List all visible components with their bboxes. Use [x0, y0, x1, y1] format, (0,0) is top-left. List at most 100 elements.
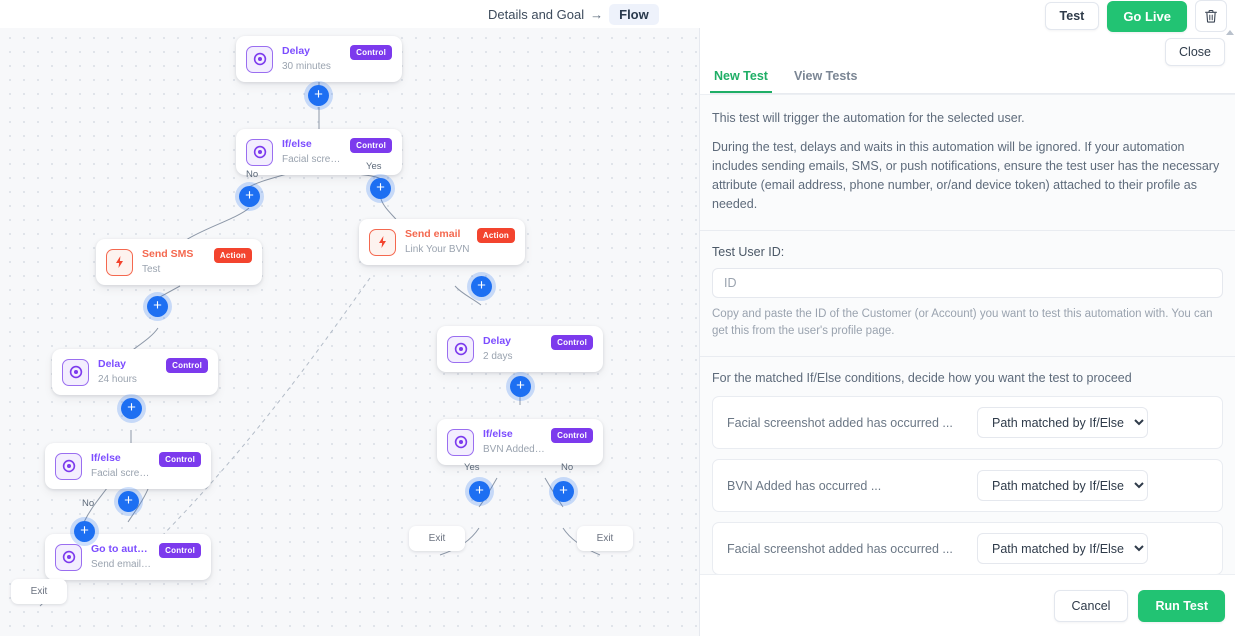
test-user-section: Test User ID: Copy and paste the ID of t…: [700, 231, 1235, 357]
edge-label-no: No: [82, 498, 95, 509]
control-node-icon: [447, 335, 474, 363]
control-node-icon: [246, 138, 273, 166]
flow-node-exit[interactable]: Exit: [409, 526, 465, 551]
node-badge: Control: [159, 452, 201, 467]
condition-label: Facial screenshot added has occurred ...: [727, 541, 953, 556]
node-badge: Control: [350, 45, 392, 60]
plus-icon: +: [80, 522, 89, 539]
intro-line-1: This test will trigger the automation fo…: [712, 111, 1025, 125]
flow-canvas[interactable]: Delay 30 minutes Control If/else Facial …: [0, 28, 700, 636]
node-subtitle: 30 minutes: [282, 61, 331, 72]
plus-icon: +: [559, 482, 568, 499]
add-step-button[interactable]: +: [118, 491, 139, 512]
control-node-icon: [246, 45, 273, 73]
delete-button[interactable]: [1195, 0, 1227, 32]
node-subtitle: BVN Added has occurred ...: [483, 444, 545, 455]
top-actions: Test Go Live: [1044, 0, 1227, 32]
breadcrumb-arrow-icon: →: [590, 7, 604, 22]
add-step-button[interactable]: +: [74, 521, 95, 542]
flow-node-delay-2-days[interactable]: Delay 2 days Control: [437, 326, 603, 372]
edge-label-no: No: [246, 169, 259, 180]
add-step-button[interactable]: +: [308, 85, 329, 106]
node-subtitle: 24 hours: [98, 374, 137, 385]
close-button[interactable]: Close: [1165, 38, 1225, 66]
node-subtitle: Test: [142, 264, 161, 275]
plus-icon: +: [127, 399, 136, 416]
panel-header: Close New Test View Tests: [700, 28, 1235, 94]
node-title: Go to automation ...: [91, 543, 153, 555]
panel-footer: Cancel Run Test: [700, 574, 1235, 636]
node-subtitle: Facial screenshot added has ...: [282, 154, 344, 165]
plus-icon: +: [475, 482, 484, 499]
edge-label-yes: Yes: [464, 462, 480, 473]
breadcrumb-details-and-goal[interactable]: Details and Goal: [488, 7, 584, 22]
node-subtitle: Facial screenshot added has ...: [91, 468, 153, 479]
go-live-button[interactable]: Go Live: [1107, 0, 1187, 32]
add-step-button[interactable]: +: [147, 296, 168, 317]
breadcrumb-flow[interactable]: Flow: [609, 4, 659, 25]
node-badge: Control: [166, 358, 208, 373]
node-subtitle: Send email ⇒ Link Your BVN: [91, 559, 153, 570]
flow-node-exit[interactable]: Exit: [577, 526, 633, 551]
node-badge: Control: [551, 428, 593, 443]
add-step-button[interactable]: +: [370, 178, 391, 199]
edge-label-no: No: [561, 462, 574, 473]
cancel-button[interactable]: Cancel: [1053, 589, 1129, 622]
plus-icon: +: [314, 86, 323, 103]
flow-node-ifelse-bvn[interactable]: If/else BVN Added has occurred ... Contr…: [437, 419, 603, 465]
test-user-id-helper: Copy and paste the ID of the Customer (o…: [712, 308, 1213, 337]
action-node-icon: [106, 248, 133, 276]
flow-node-exit[interactable]: Exit: [11, 579, 67, 604]
condition-row: Facial screenshot added has occurred ...…: [712, 522, 1223, 574]
node-title: Send SMS: [142, 248, 194, 260]
plus-icon: +: [124, 492, 133, 509]
plus-icon: +: [477, 277, 486, 294]
test-user-id-input[interactable]: [712, 268, 1223, 298]
action-node-icon: [369, 228, 396, 256]
add-step-button[interactable]: +: [469, 481, 490, 502]
node-badge: Control: [551, 335, 593, 350]
condition-label: Facial screenshot added has occurred ...: [727, 415, 953, 430]
add-step-button[interactable]: +: [510, 376, 531, 397]
control-node-icon: [55, 543, 82, 571]
condition-label: BVN Added has occurred ...: [727, 478, 882, 493]
flow-node-delay-30-minutes[interactable]: Delay 30 minutes Control: [236, 36, 402, 82]
add-step-button[interactable]: +: [121, 398, 142, 419]
node-subtitle: Link Your BVN: [405, 244, 470, 255]
add-step-button[interactable]: +: [471, 276, 492, 297]
panel-tabs: New Test View Tests: [710, 63, 1235, 94]
add-step-button[interactable]: +: [239, 186, 260, 207]
flow-node-send-sms[interactable]: Send SMS Test Action: [96, 239, 262, 285]
node-title: If/else: [282, 138, 312, 150]
flow-node-go-to-automation[interactable]: Go to automation ... Send email ⇒ Link Y…: [45, 534, 211, 580]
tab-new-test[interactable]: New Test: [710, 63, 772, 93]
plus-icon: +: [245, 187, 254, 204]
flow-node-ifelse-facial-left[interactable]: If/else Facial screenshot added has ... …: [45, 443, 211, 489]
node-title: Delay: [483, 335, 512, 347]
plus-icon: +: [516, 377, 525, 394]
condition-path-select[interactable]: Path matched by If/Else: [977, 407, 1148, 438]
condition-path-select[interactable]: Path matched by If/Else: [977, 470, 1148, 501]
node-badge: Action: [213, 248, 252, 263]
intro-line-2: During the test, delays and waits in thi…: [712, 140, 1220, 211]
control-node-icon: [447, 428, 474, 456]
test-button[interactable]: Test: [1044, 2, 1100, 30]
scroll-up-icon[interactable]: [1226, 30, 1234, 35]
node-title: If/else: [91, 452, 121, 464]
condition-row: BVN Added has occurred ... Path matched …: [712, 459, 1223, 512]
plus-icon: +: [153, 297, 162, 314]
run-test-button[interactable]: Run Test: [1138, 589, 1225, 622]
test-user-id-label: Test User ID:: [712, 245, 785, 259]
trash-icon: [1205, 9, 1217, 23]
top-bar: Details and Goal → Flow Test Go Live: [0, 0, 1235, 32]
node-title: Send email: [405, 228, 461, 240]
flow-node-delay-24-hours[interactable]: Delay 24 hours Control: [52, 349, 218, 395]
condition-row: Facial screenshot added has occurred ...…: [712, 396, 1223, 449]
plus-icon: +: [376, 179, 385, 196]
flow-node-send-email[interactable]: Send email Link Your BVN Action: [359, 219, 525, 265]
tab-view-tests[interactable]: View Tests: [790, 63, 861, 93]
node-badge: Control: [350, 138, 392, 153]
add-step-button[interactable]: +: [553, 481, 574, 502]
panel-body: This test will trigger the automation fo…: [700, 94, 1235, 574]
condition-path-select[interactable]: Path matched by If/Else: [977, 533, 1148, 564]
